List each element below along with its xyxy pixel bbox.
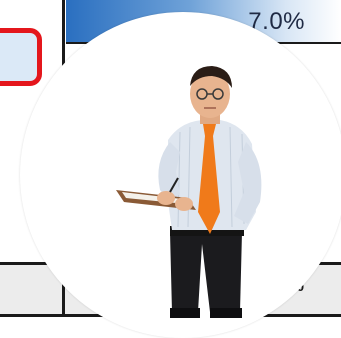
trousers [170,232,242,312]
right-shoe [210,308,242,318]
left-hand [157,191,175,205]
photo-circle [20,12,341,338]
left-shoe [170,308,200,318]
man-with-clipboard-illustration [116,66,262,318]
right-hand [175,197,193,211]
